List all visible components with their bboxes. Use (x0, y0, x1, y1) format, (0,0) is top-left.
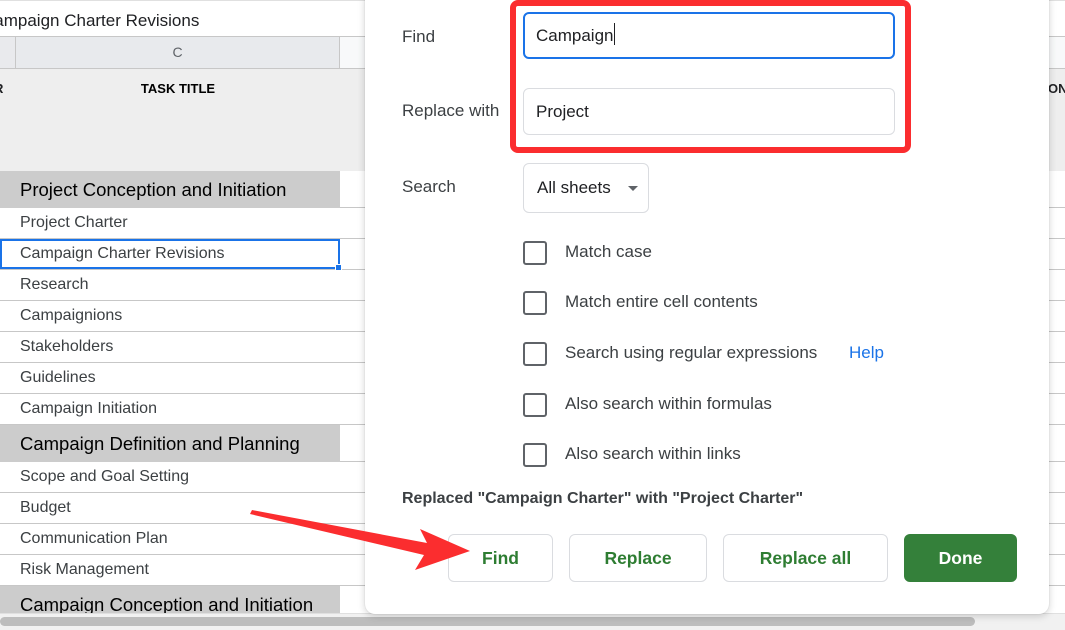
option-label: Search using regular expressions (565, 343, 818, 362)
dropdown-arrow-icon (628, 186, 638, 191)
replace-button[interactable]: Replace (569, 534, 707, 582)
cell[interactable]: Budget (0, 493, 340, 523)
cell[interactable]: Campaign Initiation (0, 394, 340, 424)
find-button[interactable]: Find (448, 534, 553, 582)
checkbox[interactable] (523, 291, 547, 315)
text-caret (613, 23, 615, 45)
cell[interactable]: Risk Management (0, 555, 340, 585)
header-fragment-right: ON (1048, 81, 1065, 96)
cell[interactable]: Research (0, 270, 340, 300)
replace-input-value: Project (536, 102, 589, 121)
replace-all-button[interactable]: Replace all (723, 534, 888, 582)
option-label: Match case (565, 242, 652, 261)
selected-cell[interactable]: Campaign Charter Revisions (0, 239, 340, 269)
checkbox[interactable] (523, 342, 547, 366)
cell[interactable]: Scope and Goal Setting (0, 462, 340, 492)
cell[interactable]: Project Conception and Initiation (0, 171, 340, 208)
checkbox[interactable] (523, 393, 547, 417)
find-label: Find (402, 27, 436, 46)
help-link[interactable]: Help (849, 343, 884, 363)
cell[interactable]: Campaign Definition and Planning (0, 425, 340, 462)
done-button[interactable]: Done (904, 534, 1017, 582)
replace-with-label: Replace with (402, 101, 500, 120)
search-label: Search (402, 177, 456, 196)
status-message: Replaced "Campaign Charter" with "Projec… (402, 490, 804, 507)
search-scope-dropdown[interactable]: All sheets (523, 163, 649, 213)
cell[interactable]: Project Charter (0, 208, 340, 238)
horizontal-scrollbar-thumb[interactable] (0, 617, 975, 626)
checkbox[interactable] (523, 241, 547, 265)
cell[interactable]: Stakeholders (0, 332, 340, 362)
option-label: Also search within links (565, 444, 741, 463)
search-scope-value: All sheets (537, 178, 611, 197)
task-title-header: TASK TITLE (140, 81, 216, 96)
find-input[interactable]: Campaign (523, 12, 895, 59)
formula-bar-value[interactable]: Campaign Charter Revisions (0, 11, 199, 31)
option-label: Match entire cell contents (565, 292, 758, 311)
find-input-value: Campaign (536, 26, 614, 45)
option-label: Also search within formulas (565, 394, 772, 413)
cell[interactable]: Guidelines (0, 363, 340, 393)
replace-with-input[interactable]: Project (523, 88, 895, 135)
find-replace-dialog: Find Campaign Replace with Project Searc… (365, 0, 1049, 614)
column-header-b[interactable] (0, 37, 16, 68)
checkbox[interactable] (523, 443, 547, 467)
cell[interactable]: Communication Plan (0, 524, 340, 554)
header-fragment-left: R (0, 81, 3, 96)
column-header-c[interactable]: C (16, 37, 340, 68)
cell[interactable]: Campaignions (0, 301, 340, 331)
